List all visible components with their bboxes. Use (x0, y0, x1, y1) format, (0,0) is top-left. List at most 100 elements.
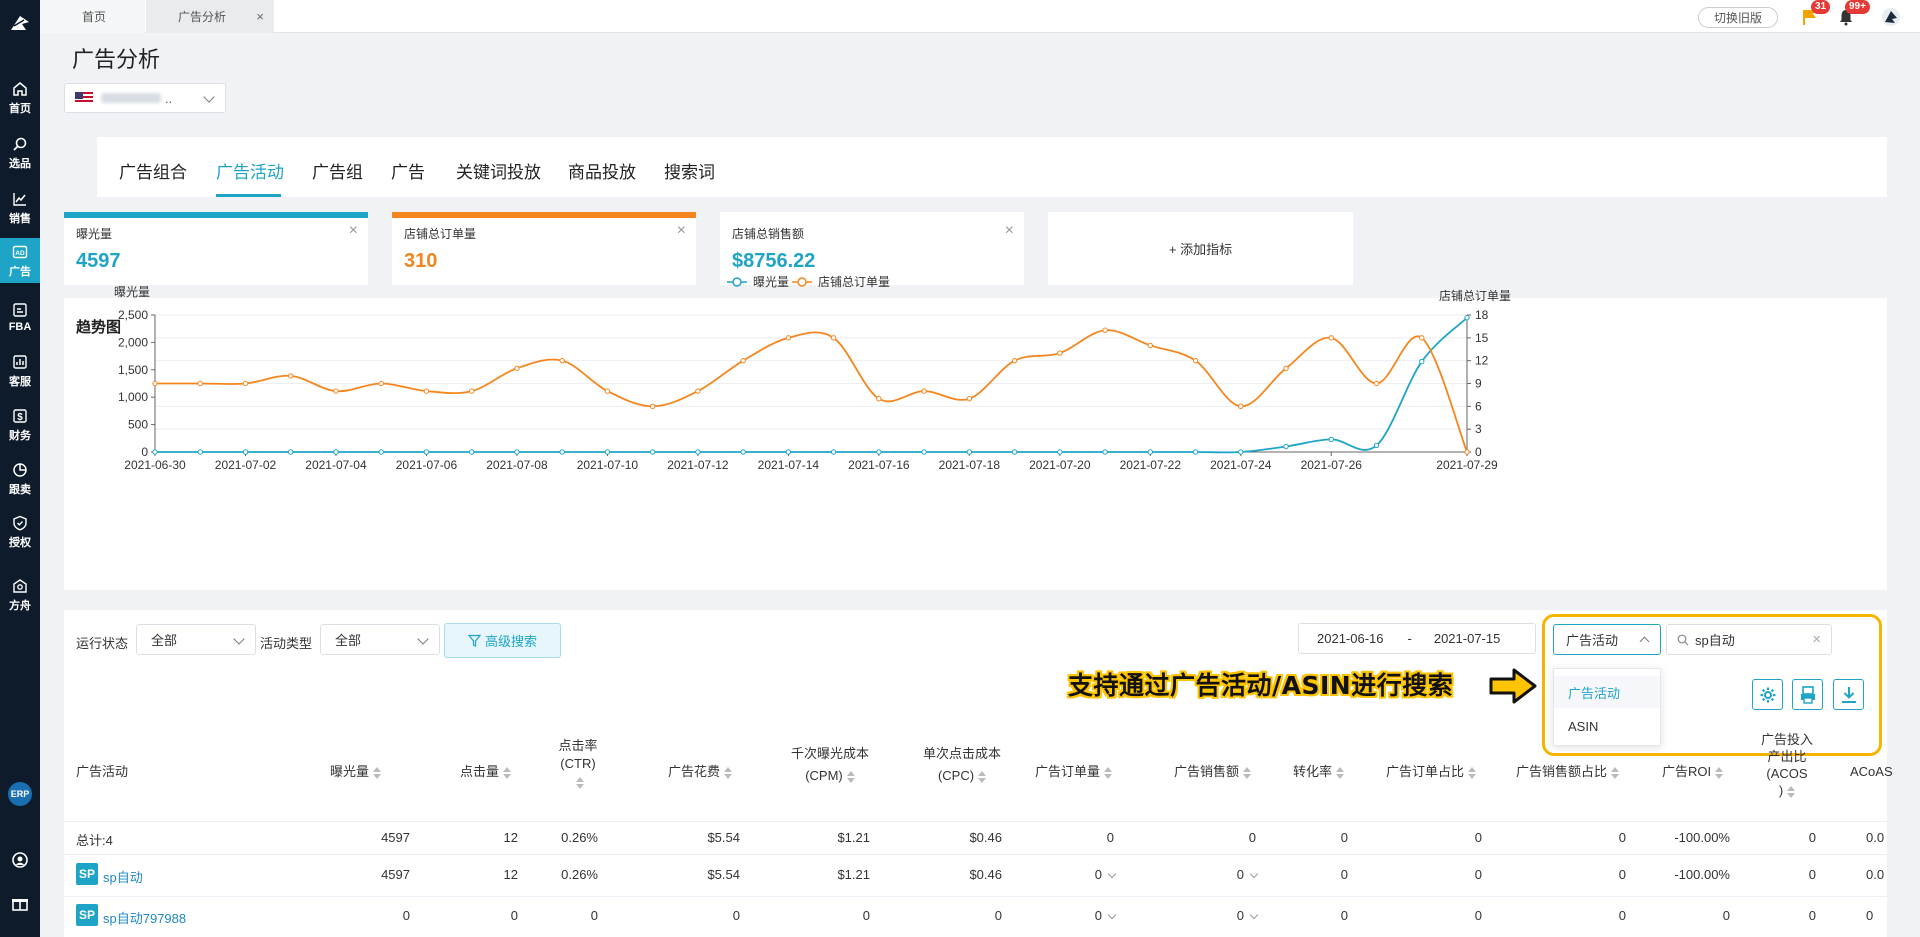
data-point (785, 335, 792, 341)
status-filter-select[interactable]: 全部 (136, 624, 256, 655)
cell-impressions: 0 (402, 908, 410, 923)
x-tick-label: 2021-07-29 (1436, 458, 1498, 472)
y-tick-label-left: 500 (128, 418, 148, 432)
chevron-down-icon (417, 633, 429, 645)
ad-level-tabs: 广告组合 广告活动 广告组 广告 关键词投放 商品投放 搜索词 (97, 137, 1887, 197)
sidebar-item-finance[interactable]: $ 财务 (0, 400, 40, 450)
cell-orders[interactable]: 0 (1082, 908, 1102, 923)
data-point (468, 388, 475, 394)
data-point (740, 449, 746, 455)
column-header-ctr[interactable]: 点击率 (CTR) (550, 737, 606, 791)
sidebar-item-home[interactable]: 首页 (0, 73, 40, 123)
sidebar-item-authorization[interactable]: 授权 (0, 507, 40, 557)
erp-badge[interactable]: ERP (8, 782, 32, 806)
tab-campaign[interactable]: 广告活动 (216, 158, 284, 183)
type-filter-select[interactable]: 全部 (320, 624, 440, 655)
switch-old-version-button[interactable]: 切换旧版 (1698, 7, 1778, 28)
store-name-suffix: .. (165, 90, 173, 106)
date-range-picker[interactable]: 2021-06-16 - 2021-07-15 (1298, 623, 1536, 654)
data-point (152, 380, 158, 387)
data-point (1328, 335, 1334, 341)
bell-notification-button[interactable]: 99+ (1835, 0, 1870, 28)
support-icon[interactable] (11, 851, 29, 872)
sidebar-item-ads[interactable]: AD 广告 (0, 238, 40, 283)
column-header-roi[interactable]: 广告ROI (1662, 763, 1724, 781)
sidebar-item-fba[interactable]: FBA (0, 292, 40, 342)
cell-sales[interactable]: 0 (1224, 867, 1244, 882)
tab-home[interactable]: 首页 (40, 0, 145, 33)
sidebar-item-service[interactable]: 客服 (0, 346, 40, 396)
add-metric-button[interactable]: + 添加指标 (1048, 212, 1353, 285)
gift-icon[interactable] (11, 894, 29, 915)
data-point (876, 396, 882, 402)
column-header-order-share[interactable]: 广告订单占比 (1386, 763, 1477, 781)
settings-button[interactable] (1752, 679, 1783, 710)
date-start[interactable]: 2021-06-16 (1317, 631, 1384, 646)
cell-roi: -100.00% (1674, 830, 1730, 845)
tab-ad-analysis[interactable]: 广告分析 × (146, 0, 274, 33)
cell-orders: 0 (1106, 830, 1114, 845)
data-point (197, 380, 203, 387)
column-header-cpm[interactable]: 千次曝光成本 (CPM) (790, 745, 870, 785)
cell-acoas: 0.0 (1866, 867, 1885, 882)
advanced-search-button[interactable]: 高级搜索 (444, 623, 561, 658)
kpi-card-impressions[interactable]: 曝光量 4597 × (64, 212, 368, 285)
column-header-spend[interactable]: 广告花费 (668, 763, 733, 781)
column-header-acoas[interactable]: ACoAS (1850, 763, 1893, 781)
campaign-link[interactable]: sp自动 (103, 867, 143, 886)
x-tick-label: 2021-07-06 (396, 458, 458, 472)
cell-orders[interactable]: 0 (1082, 867, 1102, 882)
column-header-cpc[interactable]: 单次点击成本 (CPC) (922, 745, 1002, 785)
close-icon[interactable]: × (349, 222, 358, 240)
column-header-sales-share[interactable]: 广告销售额占比 (1516, 763, 1620, 781)
cell-impressions: 4597 (381, 867, 410, 882)
tab-portfolio[interactable]: 广告组合 (119, 158, 187, 183)
sort-icon (373, 766, 382, 779)
y-tick-label-right: 12 (1475, 354, 1489, 368)
close-icon[interactable]: × (256, 9, 264, 24)
cell-clicks: 12 (503, 830, 518, 845)
fba-icon (11, 301, 29, 319)
cell-sales[interactable]: 0 (1224, 908, 1244, 923)
sidebar-item-follow[interactable]: 跟卖 (0, 454, 40, 504)
print-button[interactable] (1792, 679, 1823, 710)
cell-acos: 0 (1808, 867, 1816, 882)
column-header-conversion[interactable]: 转化率 (1293, 763, 1345, 781)
column-header-acos[interactable]: 广告投入 产出比 (ACOS) (1758, 731, 1816, 799)
cell-acos: 0 (1808, 830, 1816, 845)
tab-product-targeting[interactable]: 商品投放 (568, 158, 636, 183)
logo-icon[interactable] (0, 8, 40, 38)
date-end[interactable]: 2021-07-15 (1434, 631, 1501, 646)
home-icon (11, 80, 29, 98)
flag-notification-button[interactable]: 31 (1799, 0, 1831, 28)
sort-icon (1243, 766, 1252, 779)
close-icon[interactable]: × (1005, 222, 1014, 240)
tab-ad-group[interactable]: 广告组 (312, 158, 363, 183)
tab-keyword-targeting[interactable]: 关键词投放 (456, 158, 541, 183)
kpi-value: 310 (404, 250, 438, 272)
sort-icon (1715, 766, 1724, 779)
store-selector[interactable]: .. (64, 83, 226, 113)
y-axis-label-left: 曝光量 (114, 285, 150, 299)
user-avatar[interactable] (1880, 6, 1902, 28)
tab-ad[interactable]: 广告 (391, 158, 425, 183)
sidebar-item-sales[interactable]: 销售 (0, 183, 40, 233)
column-header-sales[interactable]: 广告销售额 (1174, 763, 1252, 781)
sidebar-item-ark[interactable]: 方舟 (0, 570, 40, 620)
column-header-impressions[interactable]: 曝光量 (330, 763, 382, 781)
y-tick-label-right: 18 (1475, 308, 1489, 322)
column-header-clicks[interactable]: 点击量 (460, 763, 512, 781)
kpi-card-store-orders[interactable]: 店铺总订单量 310 × (392, 212, 696, 285)
x-tick-label: 2021-07-04 (305, 458, 367, 472)
sidebar-item-label: 财务 (9, 430, 31, 442)
tab-search-terms[interactable]: 搜索词 (664, 158, 715, 183)
page-scrollbar[interactable] (1908, 33, 1920, 937)
sidebar-item-product-selection[interactable]: 选品 (0, 128, 40, 178)
campaign-link[interactable]: sp自动797988 (103, 908, 186, 927)
download-button[interactable] (1833, 679, 1864, 710)
data-point (1373, 442, 1380, 449)
us-flag-icon (75, 92, 93, 104)
column-header-orders[interactable]: 广告订单量 (1035, 763, 1113, 781)
close-icon[interactable]: × (677, 222, 686, 240)
data-point (423, 388, 430, 394)
